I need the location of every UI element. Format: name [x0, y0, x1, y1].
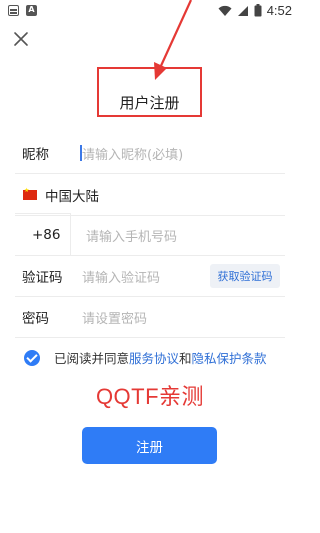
password-row: 密码 请设置密码	[0, 296, 300, 338]
nickname-input[interactable]: 请输入昵称(必填)	[82, 144, 183, 163]
region-label: 中国大陆	[45, 189, 99, 205]
verify-input[interactable]: 请输入验证码	[82, 267, 160, 286]
page-title: 用户注册	[119, 94, 180, 112]
password-label: 密码	[22, 311, 49, 327]
watermark-text: QQTF亲测	[95, 384, 205, 409]
phone-row: +86 请输入手机号码	[0, 214, 300, 256]
nickname-row[interactable]: 昵称 请输入昵称(必填)	[0, 132, 300, 174]
verify-label: 验证码	[22, 270, 63, 286]
agreement-text: 已阅读并同意服务协议和隐私保护条款	[54, 348, 267, 367]
service-agreement-link[interactable]: 服务协议	[129, 351, 179, 366]
privacy-policy-link[interactable]: 隐私保护条款	[192, 351, 267, 366]
status-bar: A 4:52	[0, 0, 300, 24]
china-flag-icon	[23, 187, 37, 200]
agreement-prefix: 已阅读并同意	[54, 351, 130, 366]
close-icon	[14, 32, 28, 46]
status-time: 4:52	[266, 3, 292, 18]
status-icons-right: 4:52	[218, 3, 292, 18]
phone-input[interactable]: 请输入手机号码	[86, 226, 177, 245]
keyboard-icon	[8, 5, 19, 16]
agree-checkbox[interactable]	[24, 349, 40, 366]
divider	[15, 337, 285, 338]
battery-icon	[254, 4, 262, 17]
nickname-label: 昵称	[22, 147, 49, 163]
agreement: 已阅读并同意服务协议和隐私保护条款	[24, 348, 267, 367]
accessibility-a-icon: A	[26, 5, 37, 16]
agreement-and: 和	[179, 351, 192, 366]
register-button[interactable]: 注册	[82, 427, 217, 464]
close-button[interactable]	[10, 28, 32, 50]
get-code-button[interactable]: 获取验证码	[210, 264, 280, 288]
region-selector[interactable]: 中国大陆	[0, 174, 300, 216]
signal-icon	[237, 5, 248, 16]
verify-row: 验证码 请输入验证码 获取验证码	[0, 255, 300, 297]
password-input[interactable]: 请设置密码	[82, 308, 147, 327]
status-icons-left: A	[8, 5, 37, 16]
country-code[interactable]: +86	[32, 227, 61, 243]
wifi-icon	[218, 5, 232, 16]
